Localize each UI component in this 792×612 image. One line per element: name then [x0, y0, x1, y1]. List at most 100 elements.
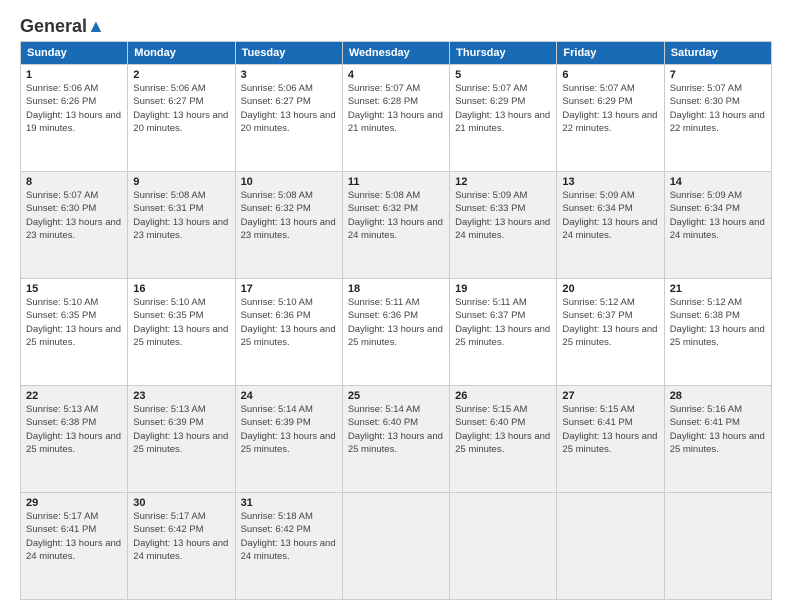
calendar-cell: 4Sunrise: 5:07 AMSunset: 6:28 PMDaylight…	[342, 65, 449, 172]
day-detail: Sunrise: 5:07 AMSunset: 6:29 PMDaylight:…	[562, 82, 658, 135]
day-detail: Sunrise: 5:13 AMSunset: 6:38 PMDaylight:…	[26, 403, 122, 456]
calendar-cell	[342, 493, 449, 600]
calendar-cell: 19Sunrise: 5:11 AMSunset: 6:37 PMDayligh…	[450, 279, 557, 386]
day-number: 12	[455, 176, 551, 188]
calendar-cell: 10Sunrise: 5:08 AMSunset: 6:32 PMDayligh…	[235, 172, 342, 279]
weekday-header-wednesday: Wednesday	[342, 42, 449, 65]
day-number: 1	[26, 69, 122, 81]
day-detail: Sunrise: 5:09 AMSunset: 6:34 PMDaylight:…	[562, 189, 658, 242]
day-number: 4	[348, 69, 444, 81]
day-detail: Sunrise: 5:15 AMSunset: 6:40 PMDaylight:…	[455, 403, 551, 456]
calendar-cell: 31Sunrise: 5:18 AMSunset: 6:42 PMDayligh…	[235, 493, 342, 600]
day-detail: Sunrise: 5:11 AMSunset: 6:36 PMDaylight:…	[348, 296, 444, 349]
day-number: 30	[133, 497, 229, 509]
day-detail: Sunrise: 5:08 AMSunset: 6:32 PMDaylight:…	[241, 189, 337, 242]
day-number: 24	[241, 390, 337, 402]
logo: General▲	[20, 16, 105, 33]
day-detail: Sunrise: 5:10 AMSunset: 6:36 PMDaylight:…	[241, 296, 337, 349]
calendar-week-2: 8Sunrise: 5:07 AMSunset: 6:30 PMDaylight…	[21, 172, 772, 279]
header: General▲	[20, 16, 772, 33]
day-number: 7	[670, 69, 766, 81]
day-number: 21	[670, 283, 766, 295]
calendar-cell: 5Sunrise: 5:07 AMSunset: 6:29 PMDaylight…	[450, 65, 557, 172]
day-number: 23	[133, 390, 229, 402]
day-number: 3	[241, 69, 337, 81]
day-number: 25	[348, 390, 444, 402]
calendar-cell: 23Sunrise: 5:13 AMSunset: 6:39 PMDayligh…	[128, 386, 235, 493]
calendar-cell: 21Sunrise: 5:12 AMSunset: 6:38 PMDayligh…	[664, 279, 771, 386]
day-detail: Sunrise: 5:06 AMSunset: 6:27 PMDaylight:…	[133, 82, 229, 135]
weekday-header-monday: Monday	[128, 42, 235, 65]
day-detail: Sunrise: 5:06 AMSunset: 6:26 PMDaylight:…	[26, 82, 122, 135]
day-detail: Sunrise: 5:17 AMSunset: 6:42 PMDaylight:…	[133, 510, 229, 563]
weekday-header-friday: Friday	[557, 42, 664, 65]
day-detail: Sunrise: 5:14 AMSunset: 6:39 PMDaylight:…	[241, 403, 337, 456]
calendar-cell: 29Sunrise: 5:17 AMSunset: 6:41 PMDayligh…	[21, 493, 128, 600]
day-number: 15	[26, 283, 122, 295]
day-number: 17	[241, 283, 337, 295]
calendar-cell: 1Sunrise: 5:06 AMSunset: 6:26 PMDaylight…	[21, 65, 128, 172]
day-detail: Sunrise: 5:09 AMSunset: 6:34 PMDaylight:…	[670, 189, 766, 242]
day-detail: Sunrise: 5:06 AMSunset: 6:27 PMDaylight:…	[241, 82, 337, 135]
calendar-cell: 25Sunrise: 5:14 AMSunset: 6:40 PMDayligh…	[342, 386, 449, 493]
day-number: 29	[26, 497, 122, 509]
calendar-cell: 8Sunrise: 5:07 AMSunset: 6:30 PMDaylight…	[21, 172, 128, 279]
calendar-table: SundayMondayTuesdayWednesdayThursdayFrid…	[20, 41, 772, 600]
calendar-week-3: 15Sunrise: 5:10 AMSunset: 6:35 PMDayligh…	[21, 279, 772, 386]
day-number: 6	[562, 69, 658, 81]
day-number: 22	[26, 390, 122, 402]
calendar-cell: 13Sunrise: 5:09 AMSunset: 6:34 PMDayligh…	[557, 172, 664, 279]
day-number: 11	[348, 176, 444, 188]
day-number: 10	[241, 176, 337, 188]
calendar-cell: 26Sunrise: 5:15 AMSunset: 6:40 PMDayligh…	[450, 386, 557, 493]
day-number: 28	[670, 390, 766, 402]
day-number: 14	[670, 176, 766, 188]
calendar-week-1: 1Sunrise: 5:06 AMSunset: 6:26 PMDaylight…	[21, 65, 772, 172]
day-detail: Sunrise: 5:17 AMSunset: 6:41 PMDaylight:…	[26, 510, 122, 563]
day-detail: Sunrise: 5:12 AMSunset: 6:38 PMDaylight:…	[670, 296, 766, 349]
calendar-cell: 18Sunrise: 5:11 AMSunset: 6:36 PMDayligh…	[342, 279, 449, 386]
calendar-cell: 27Sunrise: 5:15 AMSunset: 6:41 PMDayligh…	[557, 386, 664, 493]
calendar-cell: 9Sunrise: 5:08 AMSunset: 6:31 PMDaylight…	[128, 172, 235, 279]
day-detail: Sunrise: 5:07 AMSunset: 6:28 PMDaylight:…	[348, 82, 444, 135]
day-detail: Sunrise: 5:18 AMSunset: 6:42 PMDaylight:…	[241, 510, 337, 563]
calendar-cell: 20Sunrise: 5:12 AMSunset: 6:37 PMDayligh…	[557, 279, 664, 386]
weekday-header-row: SundayMondayTuesdayWednesdayThursdayFrid…	[21, 42, 772, 65]
calendar-cell	[450, 493, 557, 600]
day-number: 18	[348, 283, 444, 295]
day-number: 5	[455, 69, 551, 81]
day-detail: Sunrise: 5:15 AMSunset: 6:41 PMDaylight:…	[562, 403, 658, 456]
day-detail: Sunrise: 5:13 AMSunset: 6:39 PMDaylight:…	[133, 403, 229, 456]
calendar-cell: 17Sunrise: 5:10 AMSunset: 6:36 PMDayligh…	[235, 279, 342, 386]
calendar-cell	[557, 493, 664, 600]
weekday-header-tuesday: Tuesday	[235, 42, 342, 65]
calendar-cell: 6Sunrise: 5:07 AMSunset: 6:29 PMDaylight…	[557, 65, 664, 172]
calendar-cell: 30Sunrise: 5:17 AMSunset: 6:42 PMDayligh…	[128, 493, 235, 600]
calendar-cell: 11Sunrise: 5:08 AMSunset: 6:32 PMDayligh…	[342, 172, 449, 279]
day-number: 9	[133, 176, 229, 188]
day-detail: Sunrise: 5:10 AMSunset: 6:35 PMDaylight:…	[26, 296, 122, 349]
calendar-cell: 3Sunrise: 5:06 AMSunset: 6:27 PMDaylight…	[235, 65, 342, 172]
day-detail: Sunrise: 5:07 AMSunset: 6:30 PMDaylight:…	[26, 189, 122, 242]
calendar-week-5: 29Sunrise: 5:17 AMSunset: 6:41 PMDayligh…	[21, 493, 772, 600]
day-number: 19	[455, 283, 551, 295]
day-number: 16	[133, 283, 229, 295]
day-number: 2	[133, 69, 229, 81]
calendar-cell	[664, 493, 771, 600]
day-detail: Sunrise: 5:12 AMSunset: 6:37 PMDaylight:…	[562, 296, 658, 349]
calendar-cell: 7Sunrise: 5:07 AMSunset: 6:30 PMDaylight…	[664, 65, 771, 172]
calendar-cell: 22Sunrise: 5:13 AMSunset: 6:38 PMDayligh…	[21, 386, 128, 493]
calendar-week-4: 22Sunrise: 5:13 AMSunset: 6:38 PMDayligh…	[21, 386, 772, 493]
weekday-header-thursday: Thursday	[450, 42, 557, 65]
weekday-header-saturday: Saturday	[664, 42, 771, 65]
calendar-cell: 16Sunrise: 5:10 AMSunset: 6:35 PMDayligh…	[128, 279, 235, 386]
day-detail: Sunrise: 5:16 AMSunset: 6:41 PMDaylight:…	[670, 403, 766, 456]
weekday-header-sunday: Sunday	[21, 42, 128, 65]
day-number: 26	[455, 390, 551, 402]
day-number: 31	[241, 497, 337, 509]
calendar-cell: 12Sunrise: 5:09 AMSunset: 6:33 PMDayligh…	[450, 172, 557, 279]
calendar-cell: 28Sunrise: 5:16 AMSunset: 6:41 PMDayligh…	[664, 386, 771, 493]
calendar-cell: 14Sunrise: 5:09 AMSunset: 6:34 PMDayligh…	[664, 172, 771, 279]
day-detail: Sunrise: 5:07 AMSunset: 6:30 PMDaylight:…	[670, 82, 766, 135]
logo-general: General▲	[20, 16, 105, 37]
